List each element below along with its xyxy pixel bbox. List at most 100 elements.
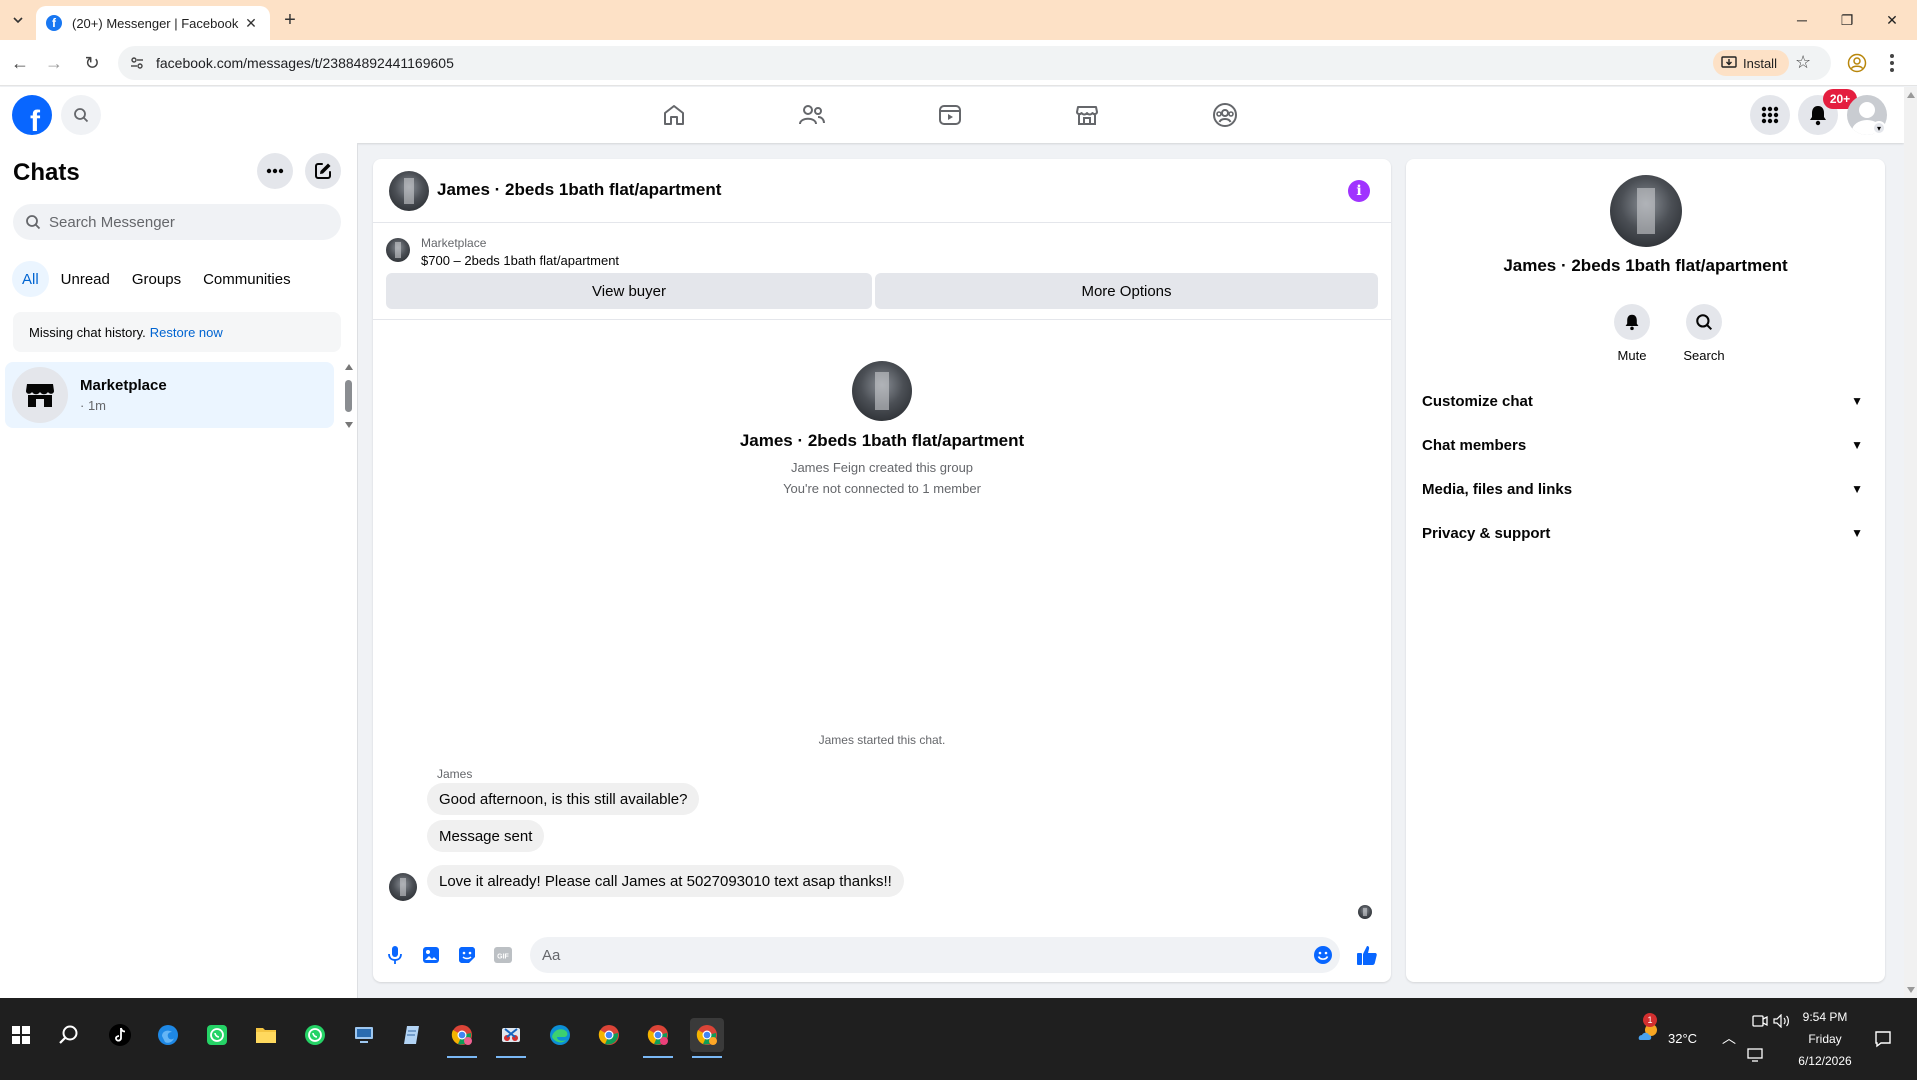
restore-window-button[interactable]: ❐ [1825,6,1869,34]
voice-clip-button[interactable] [383,943,407,967]
chat-started-system-message: James started this chat. [818,733,946,747]
site-settings-icon[interactable] [128,54,146,72]
nav-video-button[interactable] [930,95,970,135]
message-bubble[interactable]: Love it already! Please call James at 50… [427,865,904,897]
chrome-app-icon[interactable] [592,1018,626,1052]
new-tab-button[interactable]: + [278,8,302,32]
chrome-profile-3-app-icon[interactable] [690,1018,724,1058]
edge-app-icon[interactable] [543,1018,577,1052]
filter-tab-communities[interactable]: Communities [193,261,301,297]
forward-button[interactable]: → [40,49,68,77]
chat-details-panel: James · 2beds 1bath flat/apartment Mute … [1406,159,1885,982]
view-buyer-button[interactable]: View buyer [386,273,872,309]
reload-button[interactable]: ↻ [78,49,106,77]
chat-list-item[interactable]: Marketplace · 1m [5,362,334,428]
snipping-tool-app-icon[interactable] [494,1018,528,1058]
whatsapp-app-icon[interactable] [298,1018,332,1052]
filter-tab-groups[interactable]: Groups [122,261,191,297]
clock-time[interactable]: 9:54 PM [1790,1010,1860,1024]
minimize-window-button[interactable]: ─ [1780,6,1824,34]
bookmark-star-icon[interactable]: ☆ [1795,52,1811,73]
message-input[interactable] [530,937,1340,973]
browser-menu-button[interactable] [1884,50,1900,76]
tab-title: (20+) Messenger | Facebook [72,15,239,31]
privacy-support-section[interactable]: Privacy & support ▼ [1414,511,1877,555]
address-bar[interactable]: facebook.com/messages/t/2388489244116960… [118,46,1831,80]
chat-name: Marketplace [80,377,167,394]
browser-profile-icon[interactable] [1846,52,1868,74]
customize-chat-section[interactable]: Customize chat ▼ [1414,379,1877,423]
new-message-button[interactable] [305,153,341,189]
scroll-thumb[interactable] [345,380,352,412]
filter-tab-unread[interactable]: Unread [51,261,120,297]
more-options-button[interactable]: More Options [875,273,1378,309]
chat-members-section[interactable]: Chat members ▼ [1414,423,1877,467]
clock-day[interactable]: Friday [1790,1032,1860,1046]
taskbar-search-button[interactable] [52,1018,86,1052]
send-like-button[interactable] [1355,943,1379,967]
tiktok-app-icon[interactable] [103,1018,137,1052]
nav-home-button[interactable] [654,95,694,135]
nav-marketplace-button[interactable] [1067,95,1107,135]
start-button[interactable] [4,1018,38,1052]
install-app-button[interactable]: Install [1713,50,1789,76]
listing-thumbnail [386,238,410,262]
video-icon [939,105,961,125]
chat-list-scrollbar[interactable] [343,362,355,432]
account-chevron-down-icon[interactable]: ▾ [1872,121,1886,135]
marketplace-store-icon [26,384,54,407]
clock-date[interactable]: 6/12/2026 [1790,1054,1860,1068]
message-bubble[interactable]: Good afternoon, is this still available? [427,783,700,815]
chevron-down-icon [13,17,23,24]
messenger-search-input[interactable] [49,213,329,231]
conversation-avatar[interactable] [389,171,429,211]
attach-photo-button[interactable] [419,943,443,967]
nav-groups-button[interactable] [1205,95,1245,135]
file-explorer-app-icon[interactable] [249,1018,283,1052]
emoji-button[interactable] [1311,943,1335,967]
restore-now-link[interactable]: Restore now [150,325,223,340]
network-icon[interactable] [1744,1044,1766,1066]
meet-now-icon[interactable] [1749,1010,1771,1032]
page-scrollbar[interactable] [1904,87,1917,998]
chat-options-button[interactable] [257,153,293,189]
sticker-button[interactable] [455,943,479,967]
facebook-logo-icon[interactable]: f [12,95,52,135]
message-bubble[interactable]: Message sent [427,820,545,852]
messenger-search-box[interactable] [13,204,341,240]
whatsapp-business-app-icon[interactable] [200,1018,234,1052]
remote-desktop-app-icon[interactable] [347,1018,381,1052]
chrome-profile-2-app-icon[interactable] [641,1018,675,1058]
menu-grid-button[interactable] [1750,95,1790,135]
notepad-app-icon[interactable] [396,1018,430,1052]
weather-temperature[interactable]: 32°C [1668,1031,1697,1046]
media-files-links-section[interactable]: Media, files and links ▼ [1414,467,1877,511]
friends-icon [799,105,825,125]
sender-avatar[interactable] [389,873,417,901]
chevron-down-icon: ▼ [1851,482,1863,496]
back-button[interactable]: ← [6,49,34,77]
facebook-search-button[interactable] [61,95,101,135]
search-icon [74,108,89,123]
gif-button[interactable]: GIF [491,943,515,967]
search-in-chat-action[interactable]: Search [1674,304,1734,363]
edge-dev-app-icon[interactable] [151,1018,185,1052]
scroll-up-arrow-icon[interactable] [1907,92,1915,98]
chat-filter-tabs: All Unread Groups Communities [12,261,301,297]
scroll-down-arrow-icon[interactable] [345,422,353,428]
close-window-button[interactable]: ✕ [1870,6,1914,34]
scroll-down-arrow-icon[interactable] [1907,987,1915,993]
tab-search-button[interactable] [6,8,30,32]
conversation-title[interactable]: James · 2beds 1bath flat/apartment [437,180,721,200]
filter-tab-all[interactable]: All [12,261,49,297]
scroll-up-arrow-icon[interactable] [345,364,353,370]
chrome-profile-app-icon[interactable] [445,1018,479,1058]
mute-action[interactable]: Mute [1602,304,1662,363]
close-tab-icon[interactable]: ✕ [242,15,260,32]
hidden-icons-chevron-up-icon[interactable]: ︿ [1722,1028,1736,1048]
conversation-info-icon[interactable]: i [1348,180,1370,202]
windows-taskbar: 1 32°C ︿ 9:54 PM Friday 6/12/2026 [0,998,1917,1080]
notification-center-icon[interactable] [1868,1024,1898,1054]
nav-friends-button[interactable] [792,95,832,135]
browser-tab-active[interactable]: f (20+) Messenger | Facebook ✕ [36,6,270,40]
